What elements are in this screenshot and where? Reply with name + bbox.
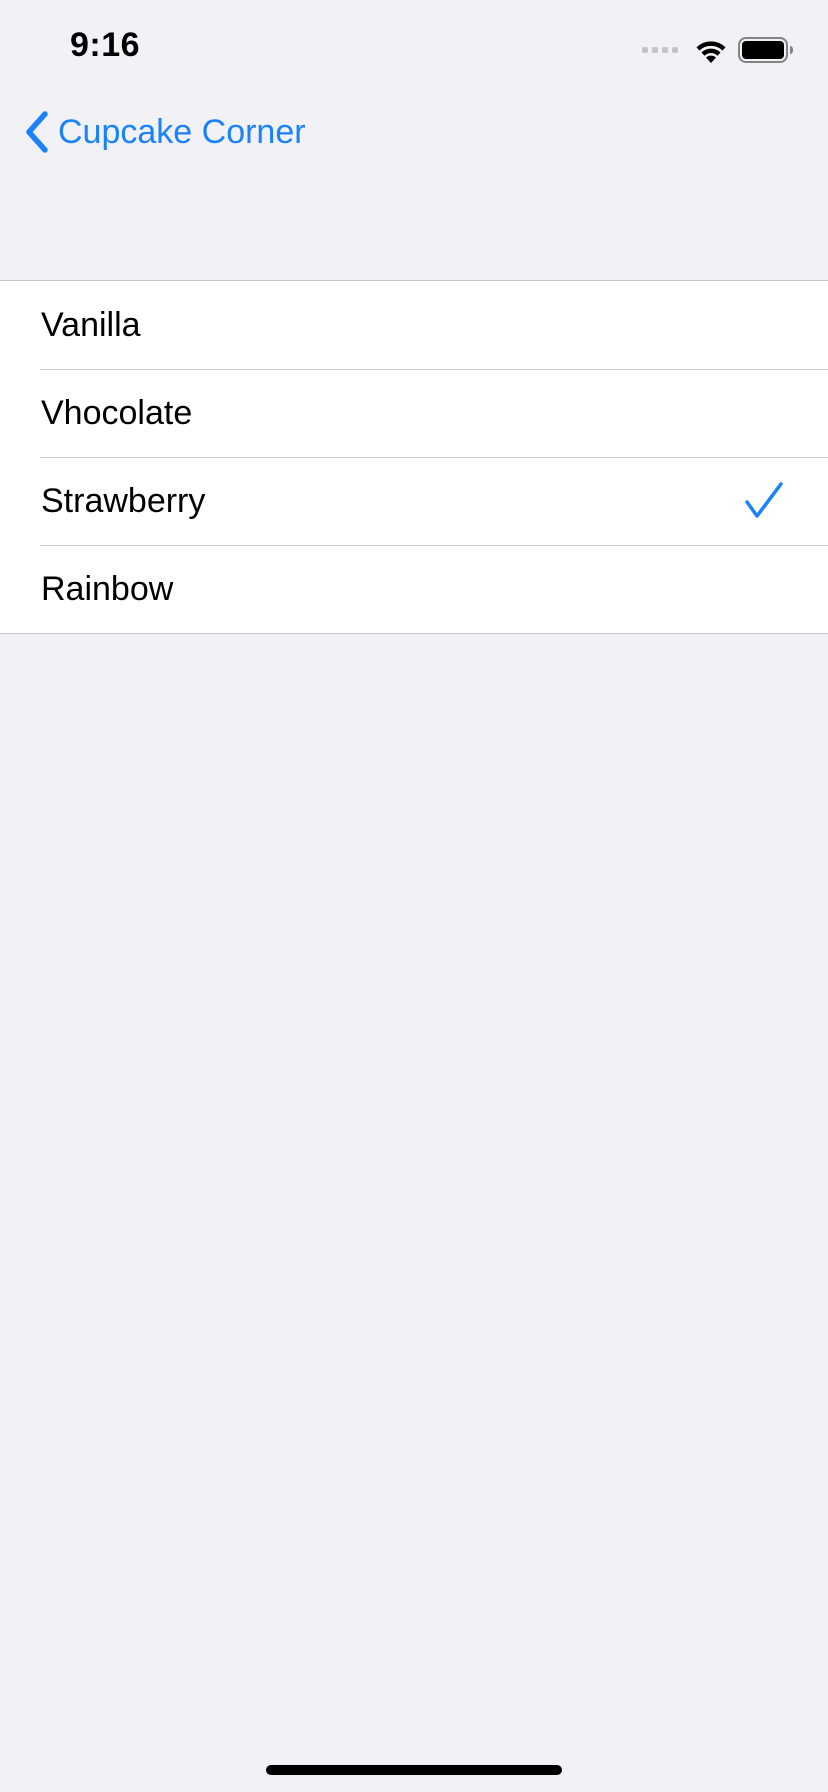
- list-item-vanilla[interactable]: Vanilla: [0, 281, 828, 369]
- list-item-strawberry[interactable]: Strawberry: [0, 457, 828, 545]
- status-icons: [642, 34, 794, 66]
- battery-icon: [738, 37, 793, 63]
- back-button-label: Cupcake Corner: [58, 112, 306, 151]
- navigation-bar: Cupcake Corner: [0, 96, 828, 168]
- list-item-label: Vhocolate: [41, 394, 193, 432]
- back-button[interactable]: Cupcake Corner: [24, 108, 306, 156]
- cellular-signal-icon: [642, 47, 678, 53]
- flavor-list: Vanilla Vhocolate Strawberry Rainbow: [0, 280, 828, 634]
- list-item-label: Rainbow: [41, 570, 174, 608]
- list-item-vhocolate[interactable]: Vhocolate: [0, 369, 828, 457]
- list-item-rainbow[interactable]: Rainbow: [0, 545, 828, 633]
- home-indicator[interactable]: [266, 1765, 562, 1775]
- wifi-icon: [696, 41, 726, 63]
- status-bar: 9:16: [0, 0, 828, 100]
- status-time: 9:16: [70, 26, 141, 64]
- list-item-label: Vanilla: [41, 306, 141, 344]
- list-item-label: Strawberry: [41, 482, 206, 520]
- chevron-left-icon: [26, 111, 48, 153]
- checkmark-icon: [745, 482, 783, 518]
